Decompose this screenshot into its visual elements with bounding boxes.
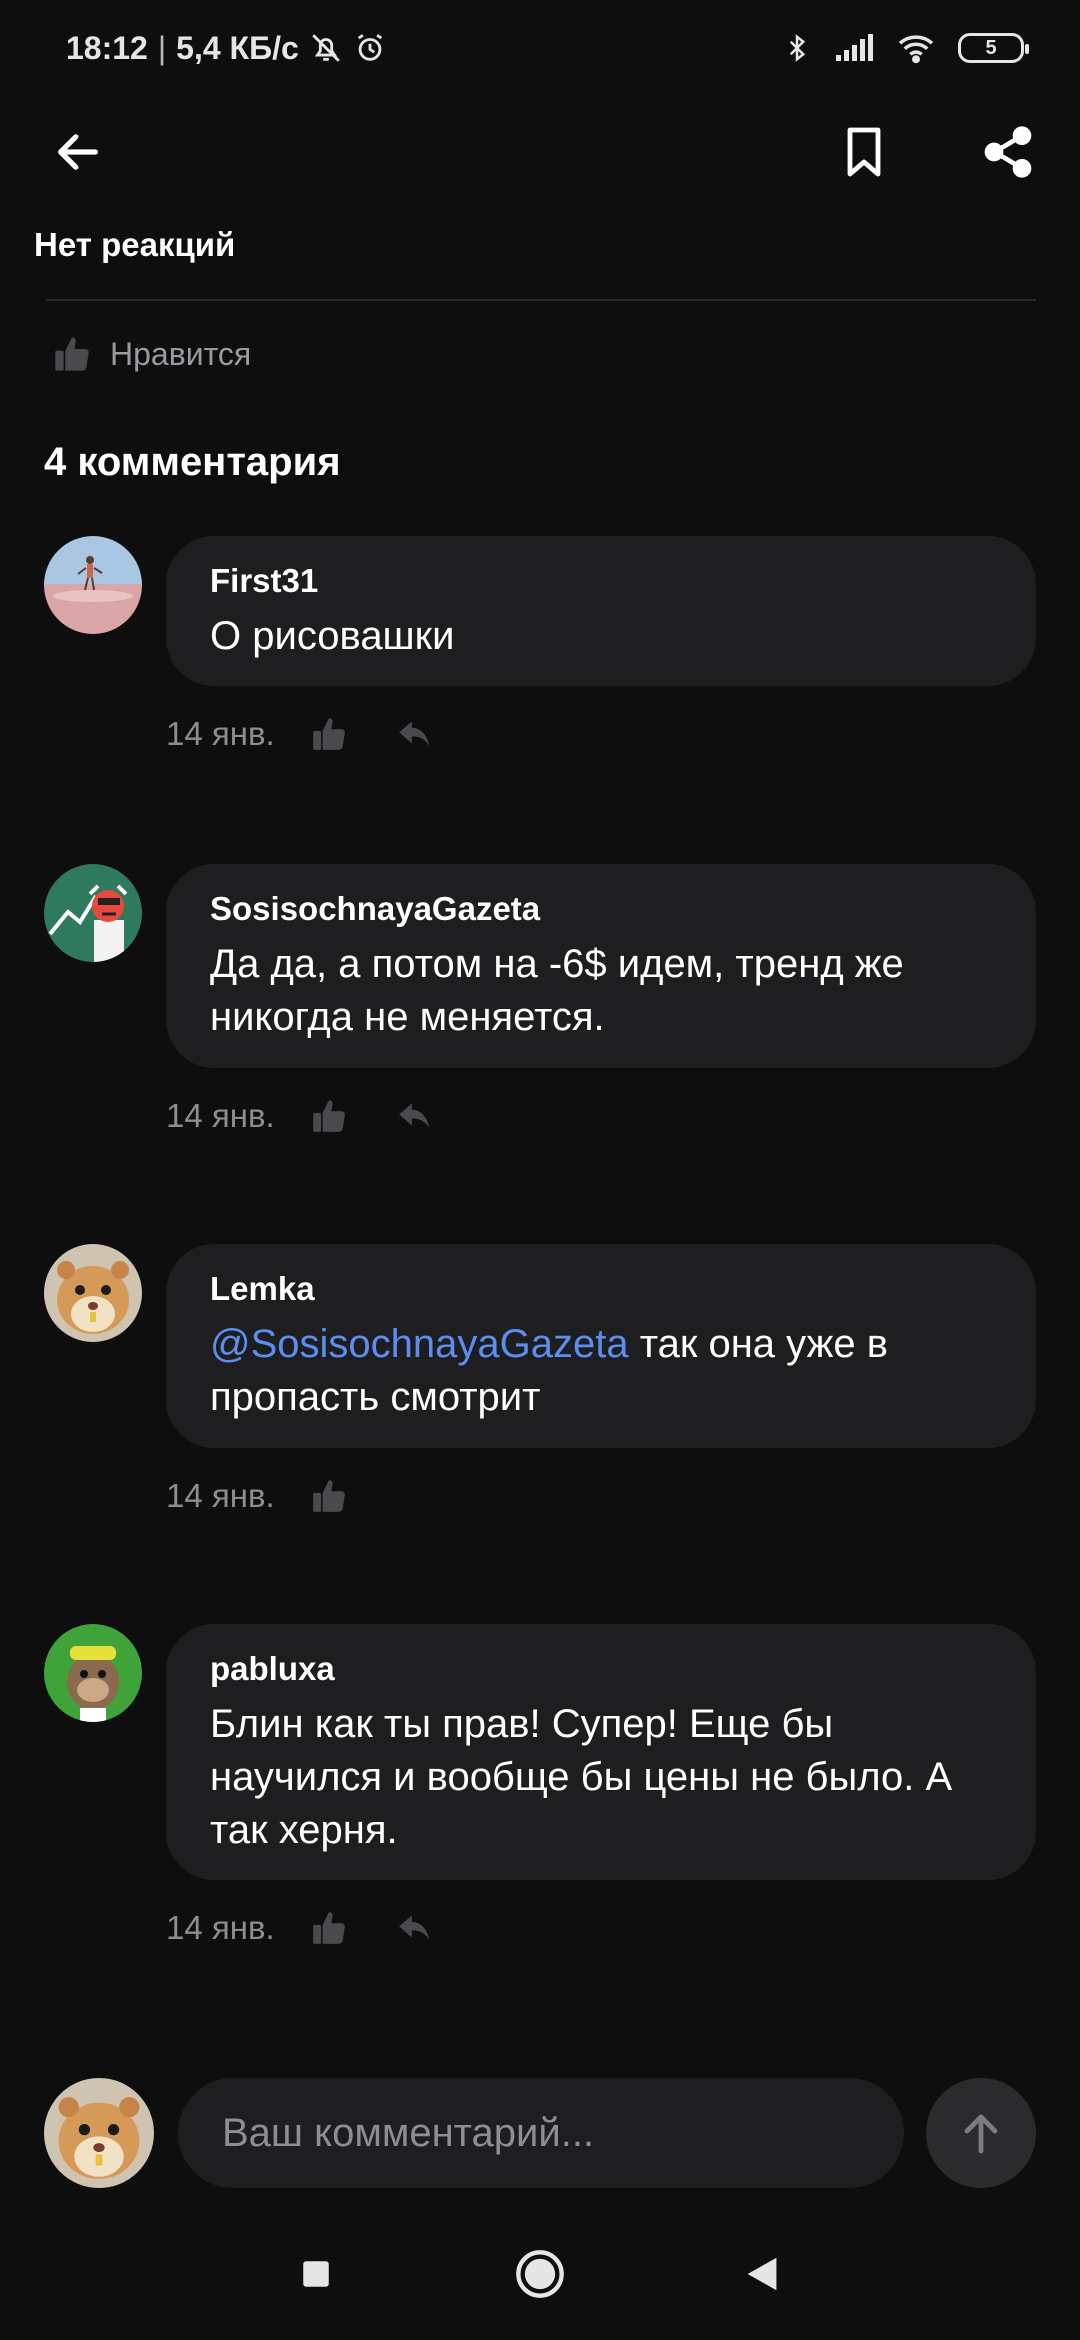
comment-like-button[interactable] — [305, 710, 353, 758]
bluetooth-icon — [782, 31, 812, 65]
comment-date: 14 янв. — [166, 1477, 275, 1514]
thumbs-up-icon — [312, 1480, 345, 1512]
system-nav-bar — [0, 2220, 1080, 2340]
comment-text: Блин как ты прав! Супер! Еще бы научился… — [210, 1702, 953, 1852]
home-button[interactable] — [500, 2234, 580, 2314]
arrow-left-icon — [58, 134, 98, 170]
thumbs-up-icon — [312, 718, 345, 750]
comment-meta: 14 янв. — [166, 1904, 477, 1952]
comment-date: 14 янв. — [166, 1909, 275, 1946]
share-button[interactable] — [968, 112, 1048, 192]
circle-icon — [516, 2250, 564, 2298]
comment-meta: 14 янв. — [166, 710, 477, 758]
comment-author[interactable]: First31 — [210, 562, 990, 600]
status-right: 5 — [782, 31, 1029, 65]
current-user-avatar[interactable] — [44, 2078, 154, 2188]
battery-icon: 5 — [958, 33, 1029, 63]
reactions-title: Нет реакций — [34, 226, 236, 263]
comment-text: @SosisochnayaGazeta так она уже в пропас… — [210, 1318, 990, 1424]
comment-bubble: pabluxa Блин как ты прав! Супер! Еще бы … — [166, 1624, 1036, 1880]
thumbs-up-icon — [55, 337, 89, 371]
comment-author[interactable]: pabluxa — [210, 1650, 990, 1688]
square-icon — [303, 2261, 329, 2287]
comment-author[interactable]: Lemka — [210, 1270, 990, 1308]
app-bar — [0, 110, 1080, 194]
comment-like-button[interactable] — [305, 1904, 353, 1952]
comment-date: 14 янв. — [166, 1097, 275, 1134]
comment-reply-button[interactable] — [391, 1904, 439, 1952]
status-time: 18:12 — [66, 29, 148, 66]
bookmark-button[interactable] — [824, 112, 904, 192]
divider — [46, 299, 1036, 301]
thumbs-up-icon — [312, 1912, 345, 1944]
status-left: 18:12 | 5,4 КБ/с — [66, 30, 387, 67]
comment-text: Да да, а потом на -6$ идем, тренд же ник… — [210, 942, 904, 1039]
comment-like-button[interactable] — [305, 1092, 353, 1140]
share-icon — [984, 126, 1032, 178]
recent-apps-button[interactable] — [276, 2234, 356, 2314]
comments-count-title: 4 комментария — [44, 440, 341, 484]
like-label: Нравится — [110, 335, 252, 372]
comment-author[interactable]: SosisochnayaGazeta — [210, 890, 990, 928]
comment-bubble: First31 О рисовашки — [166, 536, 1036, 686]
status-bar: 18:12 | 5,4 КБ/с 5 — [0, 0, 1080, 96]
comments-screen: 18:12 | 5,4 КБ/с 5 Нет реакций Нравится … — [0, 0, 1080, 2340]
comment-reply-button[interactable] — [391, 1092, 439, 1140]
back-button[interactable] — [38, 112, 118, 192]
reply-icon — [398, 1103, 429, 1128]
comment-meta: 14 янв. — [166, 1092, 477, 1140]
thumbs-up-icon — [312, 1100, 345, 1132]
comment-date: 14 янв. — [166, 715, 275, 752]
comment-bubble: SosisochnayaGazeta Да да, а потом на -6$… — [166, 864, 1036, 1068]
status-separator: | — [157, 29, 167, 66]
avatar[interactable] — [44, 1624, 142, 1722]
status-speed: 5,4 КБ/с — [176, 29, 299, 66]
signal-icon — [834, 33, 874, 63]
system-back-button[interactable] — [722, 2234, 802, 2314]
arrow-up-icon — [964, 2114, 998, 2154]
comment-reply-button[interactable] — [391, 710, 439, 758]
comment-input[interactable] — [178, 2078, 904, 2188]
avatar[interactable] — [44, 1244, 142, 1342]
comment-text: О рисовашки — [210, 614, 455, 658]
comment-bubble: Lemka @SosisochnayaGazeta так она уже в … — [166, 1244, 1036, 1448]
alarm-icon — [353, 31, 387, 65]
reply-icon — [398, 721, 429, 746]
like-button[interactable]: Нравится — [52, 334, 251, 374]
avatar[interactable] — [44, 536, 142, 634]
mute-bell-icon — [309, 31, 343, 65]
reply-icon — [398, 1915, 429, 1940]
comment-like-button[interactable] — [305, 1472, 353, 1520]
comment-meta: 14 янв. — [166, 1472, 391, 1520]
wifi-icon — [896, 32, 936, 64]
triangle-back-icon — [747, 2257, 777, 2291]
send-button[interactable] — [926, 2078, 1036, 2188]
bookmark-icon — [847, 127, 881, 177]
avatar[interactable] — [44, 864, 142, 962]
comment-mention-link[interactable]: @SosisochnayaGazeta — [210, 1322, 629, 1366]
battery-level: 5 — [985, 36, 997, 59]
